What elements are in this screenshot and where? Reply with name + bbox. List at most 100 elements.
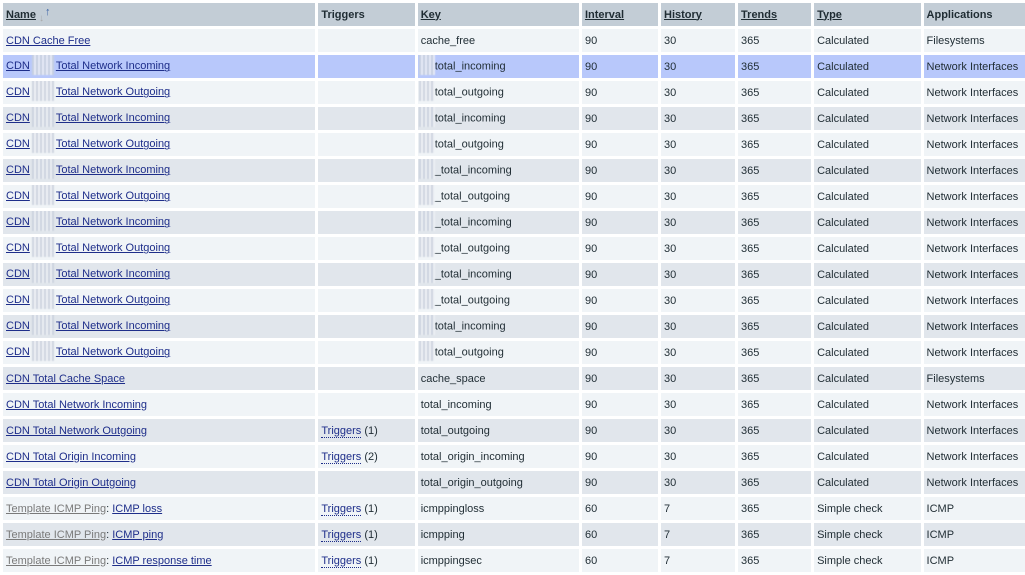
triggers-link[interactable]: Triggers xyxy=(321,502,362,516)
redacted-block xyxy=(31,263,54,283)
cell-triggers: Triggers (1) xyxy=(318,497,415,520)
item-key-text: cache_free xyxy=(420,34,476,47)
cell-history: 30 xyxy=(661,445,736,468)
table-row[interactable]: CDN Total Network Outgoing Triggers (1) to… xyxy=(3,419,1025,442)
table-row[interactable]: CDN Total Network Incoming total_incoming 9… xyxy=(3,55,1025,78)
item-name-link[interactable]: CDN Total Network Outgoing xyxy=(6,237,171,257)
item-key-text: total_origin_incoming xyxy=(420,450,525,463)
item-name-link[interactable]: ICMP loss xyxy=(112,503,162,515)
item-name-suffix: Total Network Outgoing xyxy=(55,346,171,359)
cell-name: CDN Total Network Outgoing xyxy=(3,237,316,260)
redacted-block xyxy=(31,289,54,309)
item-key-text: _total_outgoing xyxy=(434,190,510,203)
table-row[interactable]: Template ICMP Ping: ICMP response time Tr… xyxy=(3,549,1025,572)
item-key-text: total_outgoing xyxy=(420,424,490,437)
item-name-link[interactable]: CDN Total Network Outgoing xyxy=(6,289,170,309)
cell-name: CDN Total Network Outgoing xyxy=(3,419,316,442)
item-name-link[interactable]: CDN Total Network Incoming xyxy=(6,263,170,283)
table-row[interactable]: CDN Total Network Outgoing _total_outgoing… xyxy=(3,185,1025,208)
cell-history: 30 xyxy=(661,289,736,312)
sort-by-interval-link[interactable]: Interval xyxy=(585,9,624,21)
cell-triggers xyxy=(318,185,415,208)
template-link[interactable]: Template ICMP Ping xyxy=(6,529,106,541)
table-row[interactable]: CDN Total Origin Outgoing total_origin_ou… xyxy=(3,471,1025,494)
cell-trends: 365 xyxy=(738,29,812,52)
item-name-link[interactable]: CDN Cache Free xyxy=(6,35,90,47)
item-name-link[interactable]: CDN Total Network Incoming xyxy=(6,399,147,411)
template-link[interactable]: Template ICMP Ping xyxy=(6,503,106,515)
item-name-link[interactable]: ICMP ping xyxy=(112,529,163,541)
column-header-name[interactable]: Name ↓ ↑ xyxy=(3,3,316,26)
cell-history: 30 xyxy=(661,55,736,78)
table-row[interactable]: CDN Total Network Incoming total_incoming… xyxy=(3,393,1025,416)
cell-name: CDN Total Network Incoming xyxy=(3,159,316,182)
table-row[interactable]: CDN Total Origin Incoming Triggers (2) tot… xyxy=(3,445,1025,468)
column-header-key[interactable]: Key xyxy=(417,3,579,26)
column-header-history[interactable]: History xyxy=(661,3,736,26)
cell-type: Simple check xyxy=(814,549,921,572)
item-name-suffix: Total Network Outgoing xyxy=(55,242,171,255)
cell-type: Calculated xyxy=(814,185,921,208)
item-name-suffix: Total Network Incoming xyxy=(55,320,171,333)
item-name-link[interactable]: CDN Total Network Outgoing xyxy=(6,341,171,361)
table-row[interactable]: CDN Total Network Outgoing total_outgoing 9… xyxy=(3,341,1025,364)
item-name-link[interactable]: CDN Total Network Incoming xyxy=(6,315,171,335)
redacted-block xyxy=(418,341,435,361)
triggers-count: (2) xyxy=(364,450,378,463)
item-name-link[interactable]: CDN Total Network Incoming xyxy=(6,211,170,231)
sort-by-type-link[interactable]: Type xyxy=(817,9,842,21)
cell-trends: 365 xyxy=(738,367,812,390)
redacted-block xyxy=(31,237,54,257)
triggers-link[interactable]: Triggers xyxy=(321,554,362,568)
table-row[interactable]: CDN Total Network Incoming _total_incoming… xyxy=(3,159,1025,182)
table-row[interactable]: CDN Total Network Incoming _total_incoming… xyxy=(3,263,1025,286)
column-header-type[interactable]: Type xyxy=(814,3,921,26)
item-name-suffix: Total Network Incoming xyxy=(55,112,171,125)
item-name-link[interactable]: ICMP response time xyxy=(112,555,211,567)
cell-history: 30 xyxy=(661,81,736,104)
item-name-link[interactable]: CDN Total Network Outgoing xyxy=(6,133,170,153)
table-row[interactable]: CDN Total Network Incoming total_incoming 9… xyxy=(3,107,1025,130)
item-name-link[interactable]: CDN Total Network Outgoing xyxy=(6,185,170,205)
item-name-link[interactable]: CDN Total Cache Space xyxy=(6,373,125,385)
sort-by-key-link[interactable]: Key xyxy=(421,9,441,21)
table-row[interactable]: CDN Total Network Outgoing total_outgoing 9… xyxy=(3,133,1025,156)
table-row[interactable]: Template ICMP Ping: ICMP loss Triggers (1… xyxy=(3,497,1025,520)
triggers-link[interactable]: Triggers xyxy=(321,450,362,464)
item-name-link[interactable]: CDN Total Network Incoming xyxy=(6,55,170,75)
item-name-link[interactable]: CDN Total Origin Outgoing xyxy=(6,477,136,489)
table-row[interactable]: CDN Total Network Incoming _total_incoming… xyxy=(3,211,1025,234)
table-row[interactable]: CDN Total Cache Space cache_space 90 30 365 C… xyxy=(3,367,1025,390)
cell-history: 7 xyxy=(661,523,736,546)
triggers-link[interactable]: Triggers xyxy=(321,528,362,542)
item-name-link[interactable]: CDN Total Origin Incoming xyxy=(6,451,136,463)
item-name-link[interactable]: CDN Total Network Outgoing xyxy=(6,81,170,101)
triggers-link[interactable]: Triggers xyxy=(321,424,362,438)
cell-interval: 90 xyxy=(581,55,659,78)
cell-name: CDN Total Network Outgoing xyxy=(3,133,316,156)
column-header-interval[interactable]: Interval xyxy=(581,3,659,26)
sort-by-trends-link[interactable]: Trends xyxy=(741,9,777,21)
table-row[interactable]: CDN Total Network Outgoing total_outgoing 9… xyxy=(3,81,1025,104)
item-name-link[interactable]: CDN Total Network Outgoing xyxy=(6,425,147,437)
table-row[interactable]: CDN Cache Free cache_free 90 30 365 Calculate… xyxy=(3,29,1025,52)
item-name-link[interactable]: CDN Total Network Incoming xyxy=(6,107,171,127)
cell-name: CDN Total Network Outgoing xyxy=(3,185,316,208)
sort-by-name-link[interactable]: Name xyxy=(6,9,36,21)
table-row[interactable]: CDN Total Network Outgoing _total_outgoing… xyxy=(3,237,1025,260)
item-key-text: _total_incoming xyxy=(434,164,512,177)
template-link[interactable]: Template ICMP Ping xyxy=(6,555,106,567)
table-row[interactable]: CDN Total Network Outgoing _total_outgoing… xyxy=(3,289,1025,312)
cell-trends: 365 xyxy=(738,107,812,130)
item-key-text: _total_incoming xyxy=(434,216,512,229)
column-header-applications: Applications xyxy=(923,3,1025,26)
column-header-trends[interactable]: Trends xyxy=(738,3,812,26)
cell-key: total_origin_outgoing xyxy=(417,471,579,494)
table-row[interactable]: CDN Total Network Incoming total_incoming 9… xyxy=(3,315,1025,338)
cell-name: CDN Total Network Incoming xyxy=(3,263,316,286)
item-name-link[interactable]: CDN Total Network Incoming xyxy=(6,159,170,179)
cell-applications: Network Interfaces xyxy=(923,211,1025,234)
sort-by-history-link[interactable]: History xyxy=(664,9,702,21)
table-row[interactable]: Template ICMP Ping: ICMP ping Triggers (1… xyxy=(3,523,1025,546)
cell-trends: 365 xyxy=(738,211,812,234)
